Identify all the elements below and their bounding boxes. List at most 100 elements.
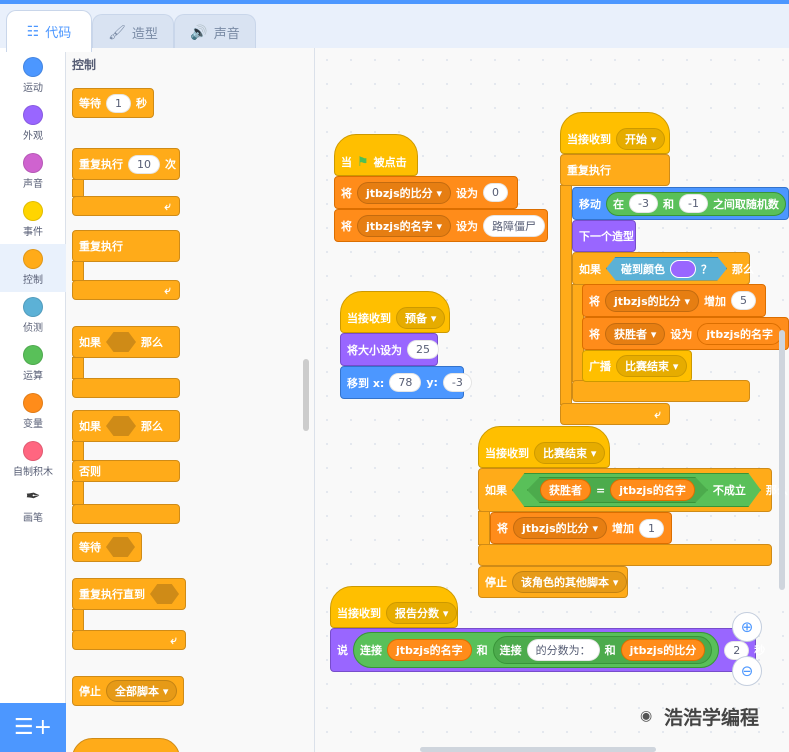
repeat-header: 重复执行 10 次: [72, 148, 180, 180]
set-size-block[interactable]: 将大小设为 25: [340, 333, 439, 366]
category-operators[interactable]: 运算: [0, 340, 66, 388]
if-touching-color-block[interactable]: 如果 碰到颜色 ？ 那么: [572, 252, 754, 285]
message-dropdown[interactable]: 比赛结束 ▾: [616, 355, 688, 377]
forever-block[interactable]: 重复执行 ⤶: [72, 230, 182, 300]
category-motion[interactable]: 运动: [0, 52, 66, 100]
zoom-out-button[interactable]: ⊖: [732, 656, 762, 686]
value-input[interactable]: 路障僵尸: [482, 214, 545, 237]
when-flag-clicked-hat[interactable]: 当 ⚑ 被点击: [334, 134, 418, 176]
say-for-secs-block[interactable]: 说 连接 jtbzjs的名字 和 连接 的分数为： 和 jtbzjs的比分 2 …: [330, 628, 765, 672]
block-label: 停止: [79, 685, 101, 698]
when-i-receive-hat[interactable]: 当接收到 开始 ▾: [560, 112, 670, 154]
message-dropdown[interactable]: 开始 ▾: [616, 128, 666, 150]
if-not-block[interactable]: 如果 获胜者 = jtbzjs的名字 不成立 那么: [478, 468, 788, 512]
workspace-vertical-scrollbar[interactable]: [779, 330, 785, 590]
when-i-receive-hat[interactable]: 当接收到 比赛结束 ▾: [478, 426, 610, 468]
block-label: 如果: [79, 336, 101, 349]
workspace-horizontal-scrollbar[interactable]: [420, 747, 656, 752]
palette-scrollbar[interactable]: [303, 359, 309, 431]
variable-dropdown[interactable]: jtbzjs的比分 ▾: [513, 517, 607, 539]
block-label: 那么: [732, 262, 754, 276]
when-i-receive-hat[interactable]: 当接收到 报告分数 ▾: [330, 586, 458, 628]
repeat-block[interactable]: 重复执行 10 次 ⤶: [72, 148, 182, 216]
empty-condition-slot[interactable]: [106, 416, 136, 436]
random-to-input[interactable]: -1: [678, 194, 708, 213]
join-reporter[interactable]: 连接 jtbzjs的名字 和 连接 的分数为： 和 jtbzjs的比分: [353, 632, 720, 668]
set-variable-block[interactable]: 将 jtbzjs的名字 ▾ 设为 路障僵尸: [334, 209, 548, 242]
text-input[interactable]: 的分数为：: [526, 639, 600, 661]
value-input[interactable]: 5: [730, 291, 756, 310]
block-label: 当接收到: [485, 447, 529, 460]
message-dropdown[interactable]: 报告分数 ▾: [386, 602, 458, 624]
category-sensing[interactable]: 侦测: [0, 292, 66, 340]
change-x-block[interactable]: 移动 在 -3 和 -1 之间取随机数: [572, 187, 789, 220]
variable-dropdown[interactable]: 获胜者 ▾: [605, 322, 666, 345]
message-dropdown[interactable]: 预备 ▾: [396, 307, 446, 329]
stop-block[interactable]: 停止 全部脚本 ▾: [72, 676, 185, 706]
color-swatch[interactable]: [670, 259, 696, 278]
category-sound[interactable]: 声音: [0, 148, 66, 196]
not-boolean[interactable]: 获胜者 = jtbzjs的名字 不成立: [512, 473, 761, 507]
block-label: 设为: [455, 186, 478, 200]
y-input[interactable]: -3: [442, 373, 472, 392]
join-reporter[interactable]: 连接 的分数为： 和 jtbzjs的比分: [492, 636, 713, 664]
go-to-xy-block[interactable]: 移到 x: 78 y: -3: [340, 366, 472, 399]
category-looks[interactable]: 外观: [0, 100, 66, 148]
stop-block[interactable]: 停止 该角色的其他脚本 ▾: [478, 566, 628, 598]
set-variable-block[interactable]: 将 获胜者 ▾ 设为 jtbzjs的名字: [582, 317, 789, 350]
set-variable-block[interactable]: 将 jtbzjs的比分 ▾ 设为 0: [334, 176, 518, 209]
stop-option-dropdown[interactable]: 全部脚本 ▾: [106, 680, 178, 702]
size-input[interactable]: 25: [407, 340, 439, 359]
tab-code[interactable]: ☷ 代码: [6, 10, 92, 52]
dropdown-value: jtbzjs的比分: [522, 522, 589, 535]
add-extension-button[interactable]: ☰+: [0, 703, 66, 752]
message-dropdown[interactable]: 比赛结束 ▾: [534, 442, 606, 464]
block-label: 下一个造型: [579, 230, 634, 243]
if-then-block[interactable]: 如果 那么: [72, 326, 182, 398]
value-input[interactable]: 1: [638, 518, 664, 538]
category-variables[interactable]: 变量: [0, 388, 66, 436]
forever-block[interactable]: 重复执行: [560, 154, 670, 186]
category-pen[interactable]: ✒ 画笔: [0, 484, 66, 532]
change-variable-block[interactable]: 将 jtbzjs的比分 ▾ 增加 1: [490, 512, 672, 544]
stop-option-dropdown[interactable]: 该角色的其他脚本 ▾: [512, 571, 628, 593]
category-control[interactable]: 控制: [0, 244, 66, 292]
pick-random-reporter[interactable]: 在 -3 和 -1 之间取随机数: [606, 191, 786, 216]
tab-costumes-label: 造型: [131, 27, 158, 42]
dropdown-value: 开始: [625, 133, 647, 146]
variable-reporter[interactable]: 获胜者: [540, 479, 591, 501]
variable-dropdown[interactable]: jtbzjs的名字 ▾: [357, 214, 451, 237]
repeat-count-input[interactable]: 10: [128, 154, 160, 174]
empty-condition-slot[interactable]: [106, 537, 135, 557]
category-events[interactable]: 事件: [0, 196, 66, 244]
touching-color-boolean[interactable]: 碰到颜色 ？: [606, 256, 727, 281]
partial-block-bottom[interactable]: [72, 738, 180, 752]
block-label: 将: [589, 294, 600, 308]
value-input[interactable]: 0: [482, 183, 508, 202]
equals-boolean[interactable]: 获胜者 = jtbzjs的名字: [527, 477, 708, 503]
repeat-until-block[interactable]: 重复执行直到 ⤶: [72, 578, 188, 650]
block-label: 将: [497, 522, 508, 535]
if-else-block[interactable]: 如果 那么 否则: [72, 410, 182, 526]
empty-condition-slot[interactable]: [106, 332, 136, 352]
wait-seconds-input[interactable]: 1: [106, 93, 131, 113]
category-my-blocks[interactable]: 自制积木: [0, 436, 66, 484]
wait-block[interactable]: 等待 1 秒: [72, 88, 154, 118]
tab-sounds[interactable]: 🔊 声音: [174, 14, 256, 50]
empty-condition-slot[interactable]: [150, 584, 179, 604]
change-variable-block[interactable]: 将 jtbzjs的比分 ▾ 增加 5: [582, 284, 766, 317]
broadcast-block[interactable]: 广播 比赛结束 ▾: [582, 350, 692, 382]
x-input[interactable]: 78: [389, 373, 422, 392]
variable-reporter[interactable]: jtbzjs的名字: [387, 639, 472, 661]
variable-dropdown[interactable]: jtbzjs的比分 ▾: [357, 181, 451, 204]
variable-reporter[interactable]: jtbzjs的名字: [697, 322, 782, 345]
when-i-receive-hat[interactable]: 当接收到 预备 ▾: [340, 291, 450, 333]
zoom-in-button[interactable]: ⊕: [732, 612, 762, 642]
variable-reporter[interactable]: jtbzjs的名字: [610, 479, 695, 501]
variable-reporter[interactable]: jtbzjs的比分: [620, 639, 706, 661]
tab-costumes[interactable]: 🖌 造型: [92, 14, 174, 50]
next-costume-block[interactable]: 下一个造型: [572, 220, 636, 252]
variable-dropdown[interactable]: jtbzjs的比分 ▾: [605, 289, 699, 312]
wait-until-block[interactable]: 等待: [72, 532, 142, 562]
random-from-input[interactable]: -3: [629, 194, 658, 213]
